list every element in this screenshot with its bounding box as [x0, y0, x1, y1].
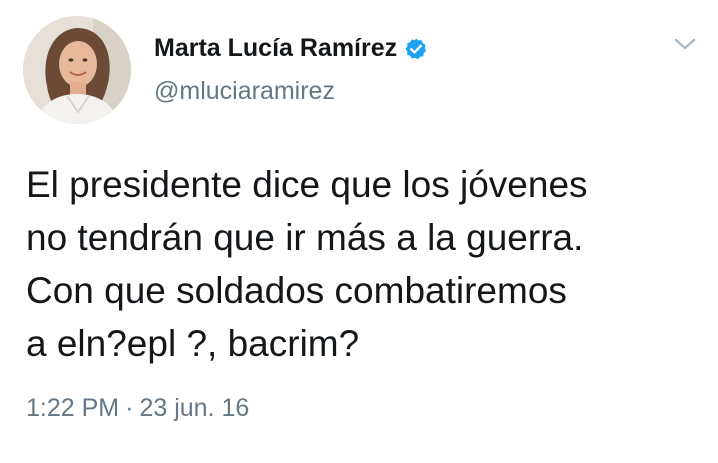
tweet-card: Marta Lucía Ramírez @mluciaramirez El pr… [0, 0, 718, 463]
tweet-text-line: Con que soldados combatiremos [26, 270, 567, 311]
tweet-date[interactable]: 23 jun. 16 [139, 394, 249, 422]
tweet-text-line: a eln?epl ?, bacrim? [26, 323, 360, 364]
avatar[interactable] [23, 16, 131, 124]
tweet-text: El presidente dice que los jóvenes no te… [26, 158, 706, 370]
verified-badge-icon [404, 37, 428, 61]
tweet-timestamp[interactable]: 1:22 PM · 23 jun. 16 [26, 394, 249, 423]
tweet-text-line: no tendrán que ir más a la guerra. [26, 217, 584, 258]
author-handle[interactable]: @mluciaramirez [154, 77, 335, 106]
chevron-down-icon[interactable] [672, 34, 698, 54]
tweet-time[interactable]: 1:22 PM [26, 394, 119, 422]
avatar-image [23, 16, 131, 124]
author-name[interactable]: Marta Lucía Ramírez [154, 34, 397, 63]
author-name-row[interactable]: Marta Lucía Ramírez [154, 34, 428, 63]
timestamp-separator: · [125, 394, 134, 422]
tweet-text-line: El presidente dice que los jóvenes [26, 164, 588, 205]
